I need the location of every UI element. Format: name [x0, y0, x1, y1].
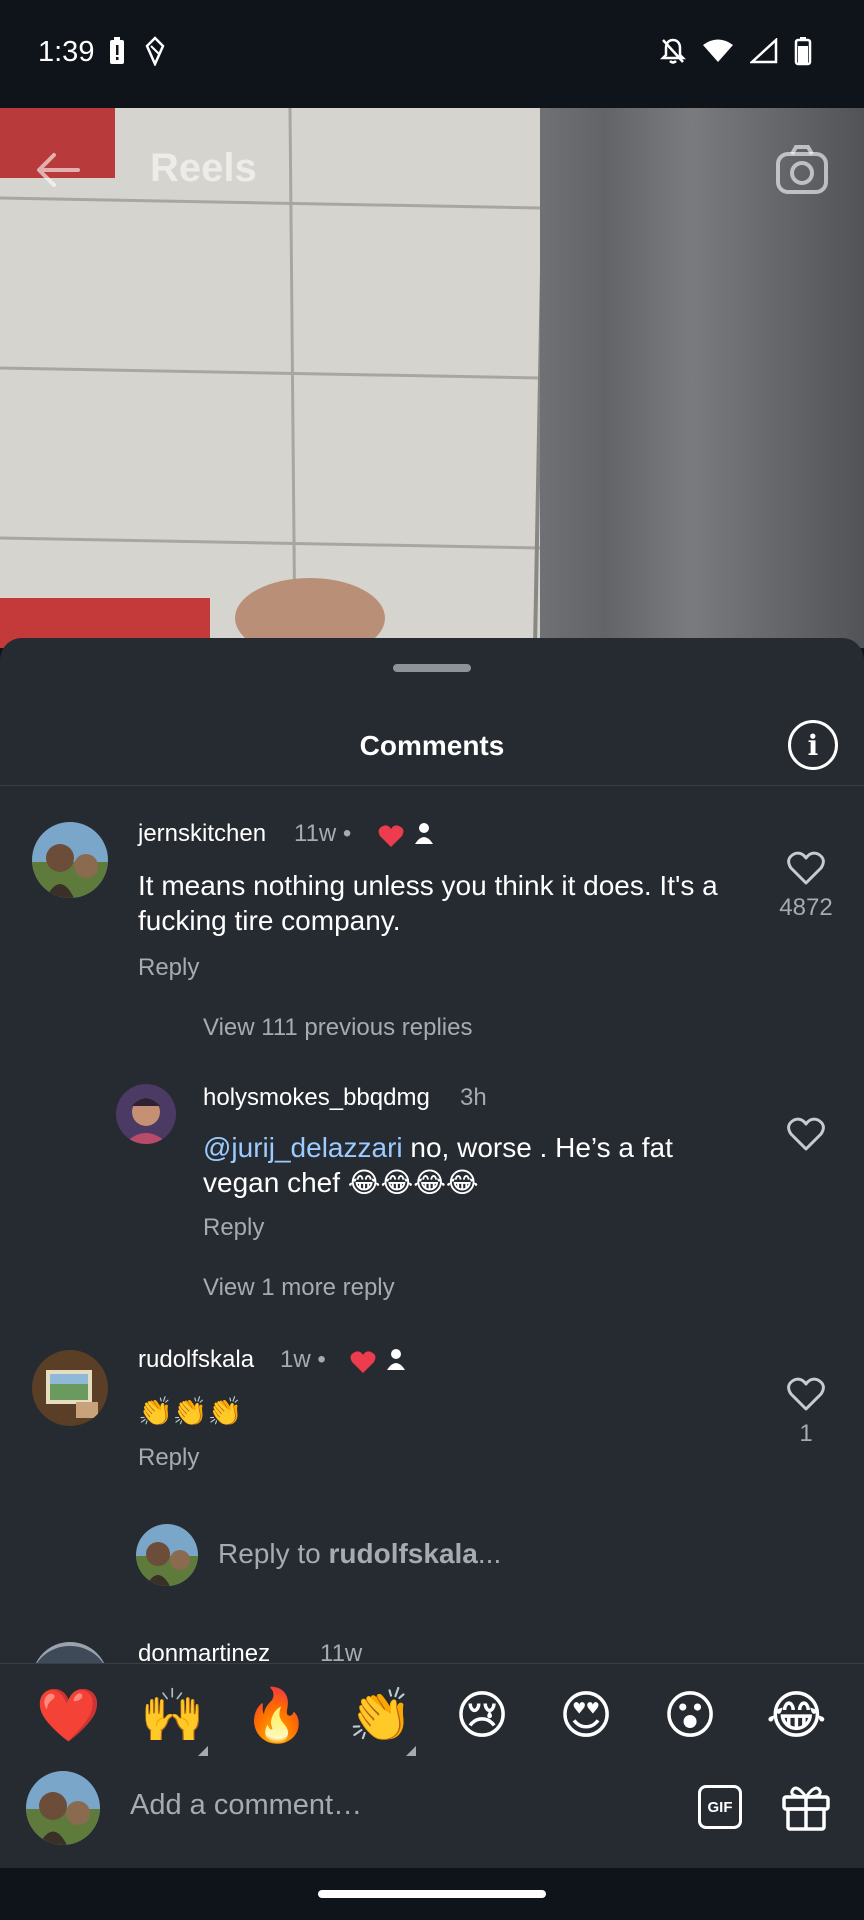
like-heart-icon[interactable]: [786, 1374, 826, 1414]
divider: [0, 785, 864, 786]
reply-prefix: Reply to: [218, 1538, 329, 1569]
skin-tone-indicator: [406, 1746, 416, 1756]
comment-text: 👏👏👏: [138, 1396, 243, 1427]
wifi-icon: [703, 39, 733, 62]
avatar[interactable]: [116, 1084, 176, 1144]
creator-avatar-icon: [383, 1346, 409, 1372]
gift-icon[interactable]: [780, 1781, 832, 1833]
reply-suffix: ...: [477, 1538, 502, 1569]
creator-avatar-icon: [411, 820, 437, 846]
avatar: [136, 1524, 198, 1586]
creator-liked-heart-icon: [378, 825, 404, 847]
comment-meta: 1w •: [280, 1346, 326, 1373]
like-count: 1: [799, 1420, 813, 1447]
signal-icon: [750, 38, 778, 64]
comment-composer: Add a comment… GIF: [0, 1767, 864, 1868]
gif-button[interactable]: GIF: [698, 1785, 742, 1829]
camera-icon[interactable]: [774, 142, 830, 198]
home-indicator[interactable]: [318, 1890, 546, 1898]
comment-username[interactable]: jernskitchen: [138, 820, 266, 848]
view-previous-replies[interactable]: View 111 previous replies: [203, 1014, 472, 1042]
battery-alert-icon: [110, 37, 124, 64]
battery-icon: [794, 37, 812, 66]
mention-link[interactable]: @jurij_delazzari: [203, 1132, 403, 1163]
sheet-title: Comments: [359, 730, 505, 761]
notifications-off-icon: [660, 38, 686, 64]
emoji-raised-hands[interactable]: 🙌: [140, 1686, 205, 1746]
comment-input[interactable]: Add a comment…: [130, 1789, 362, 1822]
info-icon[interactable]: i: [788, 720, 838, 770]
view-more-replies[interactable]: View 1 more reply: [203, 1274, 395, 1302]
status-time: 1:39: [38, 36, 95, 68]
comment-username[interactable]: rudolfskala: [138, 1346, 254, 1374]
creator-liked-heart-icon: [350, 1351, 376, 1373]
skin-tone-indicator: [198, 1746, 208, 1756]
reply-button[interactable]: Reply: [138, 1444, 199, 1472]
like-heart-icon[interactable]: [786, 848, 826, 888]
back-arrow-icon[interactable]: [30, 142, 86, 198]
like-heart-icon[interactable]: [786, 1114, 826, 1154]
navigation-bar: [0, 1868, 864, 1920]
status-bar: 1:39: [0, 0, 864, 108]
video-topbar: Reels: [0, 108, 864, 228]
status-left-icons: [108, 36, 166, 66]
emoji-heart[interactable]: ❤️: [36, 1686, 101, 1746]
reply-button[interactable]: Reply: [138, 954, 199, 982]
comment-username[interactable]: holysmokes_bbqdmg: [203, 1084, 430, 1112]
like-count: 4872: [779, 894, 833, 921]
drag-handle[interactable]: [393, 664, 471, 672]
emoji-surprised[interactable]: 😮: [660, 1686, 720, 1746]
status-right-icons: [660, 36, 812, 66]
reply-target: rudolfskala: [328, 1538, 478, 1569]
app-notification-icon: [145, 36, 165, 66]
reply-input[interactable]: Reply to rudolfskala...: [218, 1538, 501, 1570]
comment-meta: 11w •: [294, 820, 352, 847]
comment-meta: 3h: [460, 1084, 487, 1111]
avatar[interactable]: [32, 1350, 108, 1426]
emoji-crying[interactable]: 😢: [452, 1686, 512, 1746]
reels-title: Reels: [150, 146, 257, 190]
comment-text: It means nothing unless you think it doe…: [138, 870, 718, 936]
emoji-fire[interactable]: 🔥: [244, 1686, 309, 1746]
reply-button[interactable]: Reply: [203, 1214, 264, 1242]
comment-text: @jurij_delazzari no, worse . He’s a fat …: [203, 1130, 723, 1200]
emoji-quick-bar: ❤️ 🙌 🔥 👏 😢 😍 😮 😂: [0, 1663, 864, 1767]
emoji-laughing[interactable]: 😂: [766, 1686, 827, 1746]
avatar: [26, 1771, 100, 1845]
avatar[interactable]: [32, 822, 108, 898]
emoji-clapping[interactable]: 👏: [348, 1686, 413, 1746]
emoji-heart-eyes[interactable]: 😍: [556, 1686, 616, 1746]
